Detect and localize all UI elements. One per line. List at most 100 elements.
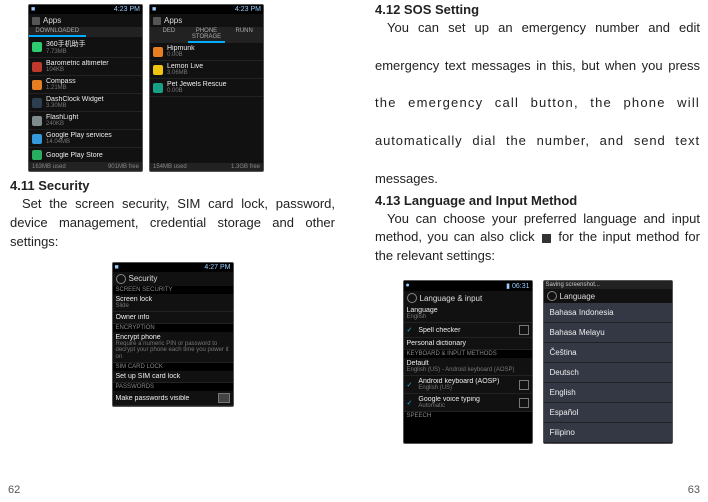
app-icon — [32, 134, 42, 144]
apps-footer: 154MB used1.3GB free — [150, 163, 263, 171]
status-bar: ■4:23 PM — [150, 5, 263, 14]
list-item: ✓Android keyboard (AOSP)English (US) — [404, 376, 532, 394]
app-icon — [32, 116, 42, 126]
row-label: Make passwords visible — [116, 395, 214, 402]
page-number-left: 62 — [8, 484, 20, 496]
list-item: Español — [544, 403, 672, 423]
list-item: ✓Google voice typingAutomatic — [404, 394, 532, 412]
status-bar: ●▮ 06:31 — [404, 281, 532, 291]
settings-icon — [407, 293, 417, 303]
app-sub: 0.00B — [167, 88, 260, 94]
langinput-title: Language & input — [420, 294, 483, 303]
apps-footer: 163MB used 901MB free — [29, 163, 142, 171]
text-sos: You can set up an emergency number and e… — [375, 19, 700, 189]
apps-icon — [32, 17, 40, 25]
text-line: automatically dial the number, and send … — [375, 132, 700, 170]
gear-icon — [519, 398, 529, 408]
check-icon: ✓ — [407, 381, 415, 389]
list-item: Deutsch — [544, 363, 672, 383]
app-sub: 7.73MB — [46, 49, 139, 55]
list-item: Lemon Live3.06MB — [150, 61, 263, 79]
gear-icon — [519, 325, 529, 335]
apps-list: 360手机助手7.73MB Barometric altimeter104KB … — [29, 37, 142, 163]
tab-downloaded: DOWNLOADED — [29, 27, 86, 37]
row-sub: Automatic — [418, 403, 514, 409]
langlist-titlebar: Language — [544, 289, 672, 303]
heading-security: 4.11 Security — [10, 178, 335, 193]
security-titlebar: Security — [113, 272, 233, 286]
section-header: SIM CARD LOCK — [113, 363, 233, 371]
list-item: Make passwords visible — [113, 391, 233, 406]
text-line: the emergency call button, the phone wil… — [375, 94, 700, 132]
app-sub: 0.00B — [167, 52, 260, 58]
security-title: Security — [129, 274, 158, 283]
apps-title: Apps — [164, 16, 182, 25]
text-security: Set the screen security, SIM card lock, … — [10, 195, 335, 252]
heading-langinput: 4.13 Language and Input Method — [375, 193, 700, 208]
app-sub: 1.21MB — [46, 85, 139, 91]
storage-used: 163MB used — [32, 164, 66, 170]
settings-icon-inline — [542, 234, 551, 243]
app-label: FlashLight — [46, 114, 139, 121]
apps-tabs: DOWNLOADED — [29, 27, 142, 37]
app-icon — [153, 83, 163, 93]
list-item: LanguageEnglish — [404, 305, 532, 323]
tab-left: DED — [150, 27, 188, 43]
list-item: Set up SIM card lock — [113, 371, 233, 383]
list-item: Owner info — [113, 312, 233, 324]
list-item: Bahasa Indonesia — [544, 303, 672, 323]
toast-text: Saving screenshot... — [546, 282, 600, 288]
row-sub: English (US) — [418, 385, 514, 391]
settings-icon — [116, 274, 126, 284]
list-item: DefaultEnglish (US) - Android keyboard (… — [404, 358, 532, 376]
app-label: Compass — [46, 78, 139, 85]
phone-language-list: Saving screenshot... Language Bahasa Ind… — [543, 280, 673, 444]
list-item: English — [544, 383, 672, 403]
app-label: 360手机助手 — [46, 39, 139, 49]
list-item: Google Play Store — [29, 148, 142, 163]
storage-used: 154MB used — [153, 164, 187, 170]
app-icon — [32, 150, 42, 160]
app-icon — [153, 47, 163, 57]
app-label: DashClock Widget — [46, 96, 139, 103]
apps-screenshots-row: ■4:23 PM Apps DOWNLOADED 360手机助手7.73MB B… — [28, 4, 335, 172]
row-label: Personal dictionary — [407, 340, 529, 347]
app-label: Barometric altimeter — [46, 60, 139, 67]
list-item: ✓Spell checker — [404, 323, 532, 338]
list-item: Compass1.21MB — [29, 76, 142, 94]
list-item: Hipmunk0.00B — [150, 43, 263, 61]
app-sub: 3.06MB — [167, 70, 260, 76]
app-label: Google Play Store — [46, 152, 139, 159]
list-item: Pet Jewels Rescue0.00B — [150, 79, 263, 97]
phone-security: ■4:27 PM Security SCREEN SECURITY Screen… — [112, 262, 234, 408]
security-list: SCREEN SECURITY Screen lockSlide Owner i… — [113, 286, 233, 407]
list-item: DashClock Widget3.30MB — [29, 94, 142, 112]
app-label: Google Play services — [46, 132, 139, 139]
toggle-icon — [218, 393, 230, 403]
list-item: Google Play services14.04MB — [29, 130, 142, 148]
row-sub: English (US) - Android keyboard (AOSP) — [407, 367, 529, 373]
apps-title: Apps — [43, 16, 61, 25]
app-icon — [153, 65, 163, 75]
apps-titlebar: Apps — [29, 14, 142, 27]
langlist-title: Language — [560, 292, 596, 301]
list-item: Barometric altimeter104KB — [29, 58, 142, 76]
list-item: Personal dictionary — [404, 338, 532, 350]
lang-screenshots-row: ●▮ 06:31 Language & input LanguageEnglis… — [375, 280, 700, 444]
app-label: Lemon Live — [167, 63, 260, 70]
row-label: Default — [407, 360, 529, 367]
heading-sos: 4.12 SOS Setting — [375, 2, 700, 17]
phone-apps-storage: ■4:23 PM Apps DED PHONE STORAGE RUNN Hip… — [149, 4, 264, 172]
app-sub: 3.30MB — [46, 103, 139, 109]
text-line: You can set up an emergency number and e… — [375, 19, 700, 57]
row-sub: Slide — [116, 303, 230, 309]
apps-list: Hipmunk0.00B Lemon Live3.06MB Pet Jewels… — [150, 43, 263, 163]
list-item: Bahasa Melayu — [544, 323, 672, 343]
row-label: Set up SIM card lock — [116, 373, 230, 380]
tab-phone-storage: PHONE STORAGE — [188, 27, 226, 43]
section-header: PASSWORDS — [113, 383, 233, 391]
storage-free: 901MB free — [108, 164, 139, 170]
tab-spacer — [86, 27, 143, 37]
section-header: SCREEN SECURITY — [113, 286, 233, 294]
app-icon — [32, 42, 42, 52]
